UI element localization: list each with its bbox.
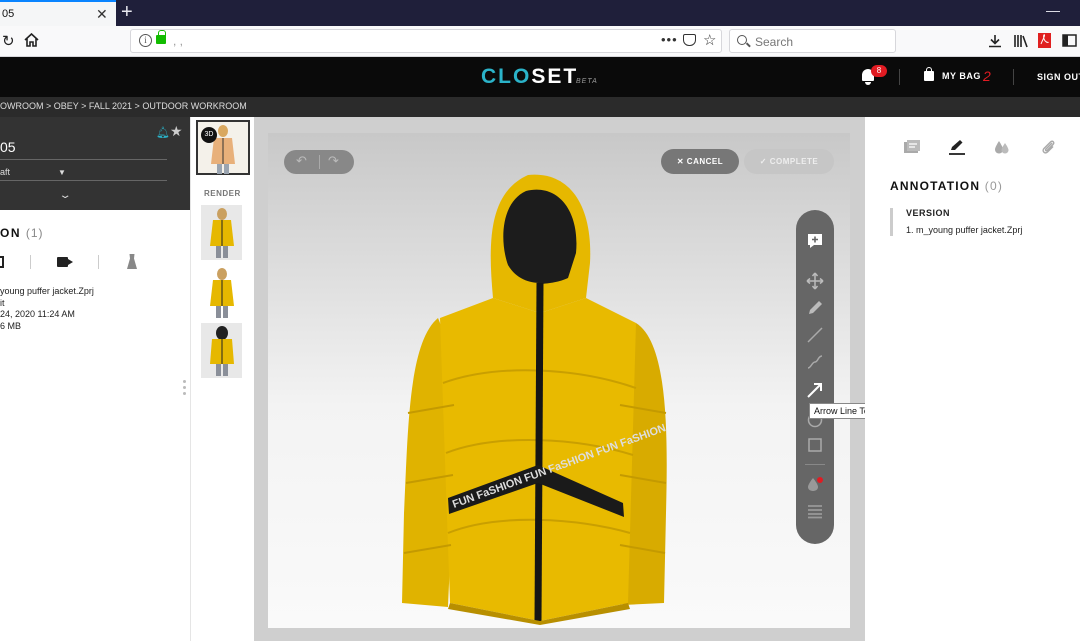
notification-count-badge: 8: [871, 65, 887, 77]
version-list-item[interactable]: 1. m_young puffer jacket.Zprj: [906, 225, 1022, 235]
status-dropdown[interactable]: aft: [0, 167, 10, 177]
move-icon[interactable]: [805, 271, 825, 291]
search-icon: [737, 35, 747, 45]
arrow-line-tool-icon[interactable]: [805, 380, 825, 400]
complete-button[interactable]: ✓ COMPLETE: [744, 149, 834, 174]
sign-out-link[interactable]: SIGN OUT: [1037, 72, 1080, 82]
undo-redo-group: ↶ ↷: [284, 150, 354, 174]
closet-logo[interactable]: CLOSET BETA: [481, 65, 597, 89]
style-title: 05: [0, 139, 16, 155]
browser-tab-bar: 05 ✕ + —: [0, 0, 1080, 26]
3d-view-thumbnail[interactable]: 3D: [196, 120, 250, 175]
divider: [319, 155, 320, 169]
bag-icon[interactable]: [924, 67, 934, 81]
annotation-toolbar: [796, 210, 834, 544]
url-text: , ,: [173, 34, 184, 48]
home-icon[interactable]: [24, 33, 39, 47]
minimize-window-button[interactable]: —: [1046, 2, 1060, 18]
version-file-name[interactable]: young puffer jacket.Zprj: [0, 286, 94, 296]
redo-icon[interactable]: ↷: [328, 153, 339, 169]
share-icon[interactable]: [0, 256, 4, 268]
undo-icon[interactable]: ↶: [296, 153, 307, 169]
version-size: 6 MB: [0, 321, 22, 331]
divider: [0, 180, 167, 181]
pencil-icon[interactable]: [805, 298, 825, 318]
panel-resize-handle[interactable]: [183, 380, 186, 396]
bookmark-star-icon[interactable]: ☆: [703, 31, 716, 49]
check-icon: ✓: [759, 157, 767, 166]
annotation-panel: ANNOTATION (0) VERSION 1. m_young puffer…: [865, 117, 1080, 641]
browser-tab[interactable]: 05 ✕: [0, 0, 116, 26]
add-comment-icon[interactable]: [805, 231, 825, 251]
divider: [98, 255, 99, 269]
render-thumbnail[interactable]: [201, 323, 242, 378]
divider: [0, 159, 167, 160]
video-camera-icon[interactable]: [57, 257, 68, 267]
tab-title: 05: [2, 8, 15, 20]
search-placeholder: Search: [755, 35, 794, 49]
avatar-dress-icon[interactable]: [127, 254, 137, 269]
reload-icon[interactable]: ↻: [2, 32, 15, 50]
line-weight-icon[interactable]: [805, 501, 825, 521]
bag-count: 2: [983, 68, 991, 84]
version-status: it: [0, 298, 5, 308]
address-bar[interactable]: i , , ••• ☆: [130, 29, 722, 53]
page-actions-icon[interactable]: •••: [661, 32, 678, 47]
search-input[interactable]: Search: [729, 29, 896, 53]
render-thumbnail[interactable]: [201, 205, 242, 260]
beta-label: BETA: [576, 78, 598, 85]
pocket-icon[interactable]: [683, 34, 696, 46]
tab-attachment-icon[interactable]: [1040, 139, 1058, 155]
pdf-icon[interactable]: [1038, 33, 1051, 48]
style-info-panel: 🔔︎ ★ 05 aft ▼ ⌄: [0, 117, 190, 210]
cancel-button[interactable]: ✕ CANCEL: [661, 149, 739, 174]
3d-canvas[interactable]: FUN FaSHION FUN FaSHION FUN FaSHION: [268, 133, 850, 628]
color-picker-icon[interactable]: [805, 474, 825, 494]
breadcrumb[interactable]: OWROOM > OBEY > FALL 2021 > OUTDOOR WORK…: [0, 97, 1080, 117]
close-tab-icon[interactable]: ✕: [96, 6, 108, 23]
3d-badge: 3D: [201, 127, 217, 143]
rectangle-tool-icon[interactable]: [805, 435, 825, 455]
toolbar-divider: [805, 464, 825, 465]
version-date: 24, 2020 11:24 AM: [0, 309, 75, 319]
render-label: RENDER: [204, 189, 241, 198]
line-tool-icon[interactable]: [805, 325, 825, 345]
expand-chevron-icon[interactable]: ⌄: [58, 190, 71, 201]
puffer-jacket-model: FUN FaSHION FUN FaSHION FUN FaSHION: [402, 174, 668, 625]
my-bag-link[interactable]: MY BAG: [942, 71, 981, 81]
annotation-heading: ANNOTATION (0): [890, 179, 1004, 193]
version-indicator-bar: [890, 208, 893, 236]
tab-annotation-icon[interactable]: [948, 139, 966, 155]
tab-info-icon[interactable]: [903, 139, 921, 155]
app-header: CLOSET BETA 8 MY BAG 2 SIGN OUT: [0, 57, 1080, 97]
render-thumbnail[interactable]: [201, 265, 242, 320]
3d-viewer: FUN FaSHION FUN FaSHION FUN FaSHION ↶ ↷ …: [254, 117, 896, 641]
info-icon[interactable]: i: [139, 34, 152, 47]
header-divider: [1013, 69, 1014, 85]
lock-icon[interactable]: [156, 30, 166, 44]
divider: [30, 255, 31, 269]
sidebar-icon[interactable]: [1062, 34, 1077, 47]
library-icon[interactable]: [1013, 34, 1029, 48]
curve-tool-icon[interactable]: [805, 352, 825, 372]
browser-toolbar: ↻ i , , ••• ☆ Search: [0, 26, 1080, 57]
version-heading: ON (1): [0, 226, 44, 240]
version-panel: ON (1) young puffer jacket.Zprj it 24, 2…: [0, 210, 190, 641]
download-icon[interactable]: [988, 34, 1002, 48]
watch-bell-icon[interactable]: 🔔︎: [156, 126, 170, 139]
tab-colorway-icon[interactable]: [993, 139, 1011, 155]
header-divider: [899, 69, 900, 85]
new-tab-button[interactable]: +: [121, 1, 133, 24]
favorite-star-icon[interactable]: ★: [170, 123, 183, 140]
thumbnail-strip: 3D RENDER: [190, 117, 254, 641]
close-icon: ✕: [676, 157, 685, 166]
chevron-down-icon[interactable]: ▼: [58, 168, 66, 177]
version-label: VERSION: [906, 208, 951, 218]
